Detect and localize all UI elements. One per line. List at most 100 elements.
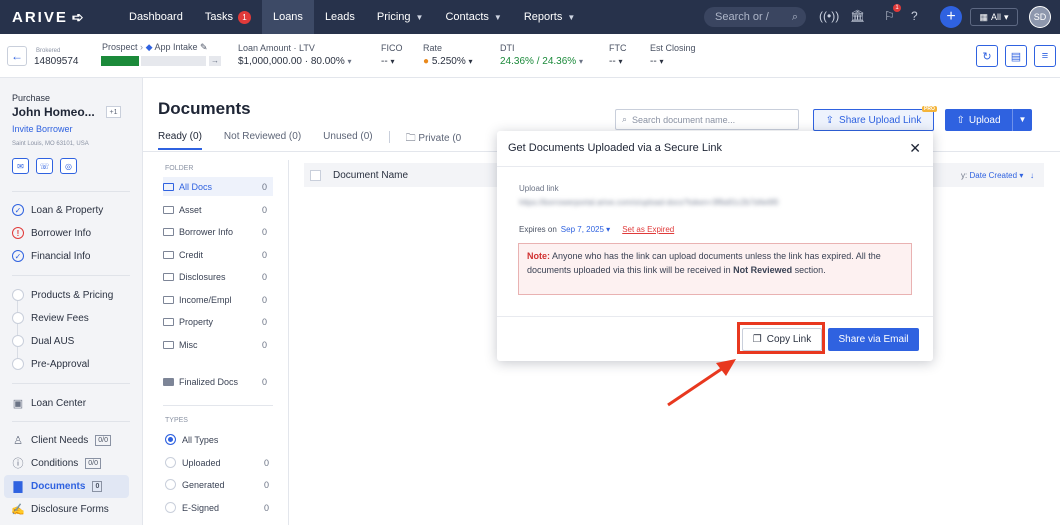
borrower-name[interactable]: John Homeo... xyxy=(12,105,95,119)
select-all-checkbox[interactable] xyxy=(310,169,321,181)
nav-loans[interactable]: Loans xyxy=(261,0,314,34)
radio-selected-icon xyxy=(165,434,176,445)
nav-dashboard[interactable]: Dashboard xyxy=(118,0,194,34)
loan-amount-label: Loan Amount · LTV xyxy=(238,43,315,53)
sidebar-item-review-fees[interactable]: Review Fees xyxy=(12,308,89,328)
arrow-right-icon[interactable]: → xyxy=(209,56,221,66)
bank-icon[interactable]: 🏛 xyxy=(850,9,865,23)
disclosure-forms-icon: ✍ xyxy=(11,503,25,516)
sidebar-item-documents[interactable]: ▇ Documents 0 xyxy=(12,476,103,496)
sidebar-item-loan-property[interactable]: ✓ Loan & Property xyxy=(12,200,103,220)
sidebar-item-client-needs[interactable]: ♙ Client Needs 0/0 xyxy=(12,430,111,450)
sidebar-item-loan-center[interactable]: ▣ Loan Center xyxy=(12,393,86,413)
company-selector[interactable]: ▦ All ▾ xyxy=(970,8,1018,26)
est-closing-value[interactable]: -- ▾ xyxy=(650,56,663,67)
edit-icon[interactable]: ✎ xyxy=(200,42,208,52)
upload-dropdown-chevron-icon[interactable]: ▼ xyxy=(1012,109,1032,131)
invite-borrower-link[interactable]: Invite Borrower xyxy=(12,124,73,134)
type-e-signed[interactable]: E-Signed 0 xyxy=(165,498,275,517)
nav-pricing[interactable]: Pricing ▼ xyxy=(366,0,435,34)
expiry-date-picker[interactable]: Sep 7, 2025 ▾ xyxy=(561,225,610,234)
fico-label: FICO xyxy=(381,43,403,53)
coborrower-count[interactable]: +1 xyxy=(106,106,121,118)
type-generated[interactable]: Generated 0 xyxy=(165,475,275,494)
sort-by-selector[interactable]: y: Date Created ▾ ↓ xyxy=(961,171,1034,180)
sidebar-item-products-pricing[interactable]: Products & Pricing xyxy=(12,285,113,305)
back-arrow-icon[interactable]: ← xyxy=(7,46,27,66)
folder-misc[interactable]: Misc 0 xyxy=(163,335,273,354)
lock-folder-icon xyxy=(163,377,174,386)
folder-property[interactable]: Property 0 xyxy=(163,312,273,331)
chevron-down-icon: ▾ xyxy=(347,57,352,66)
dti-value[interactable]: 24.36% / 24.36% ▾ xyxy=(500,56,583,67)
nav-reports[interactable]: Reports ▼ xyxy=(513,0,586,34)
upload-link-value[interactable]: https://borrowerportal.arive.com/s/uploa… xyxy=(519,198,914,207)
chevron-down-icon: ▾ xyxy=(390,57,395,66)
notes-icon[interactable]: ≡ xyxy=(1034,45,1056,67)
tab-not-reviewed[interactable]: Not Reviewed (0) xyxy=(224,131,301,150)
loan-purpose: Purchase xyxy=(12,93,51,103)
refresh-icon[interactable]: ↻ xyxy=(976,45,998,67)
phone-icon[interactable]: ☏ xyxy=(36,158,53,174)
type-uploaded[interactable]: Uploaded 0 xyxy=(165,453,275,472)
sidebar-item-conditions[interactable]: ⓘ Conditions 0/0 xyxy=(12,453,101,473)
nav-contacts[interactable]: Contacts ▼ xyxy=(434,0,512,34)
folder-finalized-docs[interactable]: Finalized Docs 0 xyxy=(163,372,273,391)
notification-badge: 1 xyxy=(893,4,901,12)
folder-borrower-info[interactable]: Borrower Info 0 xyxy=(163,222,273,241)
tab-private[interactable]: 🗀 Private (0 xyxy=(406,131,462,150)
sidebar-item-financial-info[interactable]: ✓ Financial Info xyxy=(12,246,90,266)
sidebar-item-pre-approval[interactable]: Pre-Approval xyxy=(12,354,89,374)
tab-ready[interactable]: Ready (0) xyxy=(158,131,202,150)
loan-amount[interactable]: $1,000,000.00 · 80.00% ▾ xyxy=(238,56,352,67)
loan-sidebar: Purchase John Homeo... +1 Invite Borrowe… xyxy=(0,78,143,525)
nav-leads[interactable]: Leads xyxy=(314,0,366,34)
folder-all-docs[interactable]: All Docs 0 xyxy=(163,177,273,196)
type-all-types[interactable]: All Types xyxy=(165,430,275,449)
loan-summary-bar: ← Brokered 14809574 Prospect › ◆ App Int… xyxy=(0,34,1060,78)
top-nav: ARIVE ➪ Dashboard Tasks 1 Loans Leads Pric… xyxy=(0,0,1060,34)
share-upload-link-button[interactable]: ⇪ Share Upload Link xyxy=(813,109,934,131)
global-search-input[interactable]: Search or / ⌕ xyxy=(704,7,806,27)
chat-icon[interactable]: ▤ xyxy=(1005,45,1027,67)
user-avatar[interactable]: SD xyxy=(1029,6,1051,28)
announcement-icon[interactable]: ⚐ xyxy=(884,9,895,23)
upload-button[interactable]: ⇧ Upload ▼ xyxy=(945,109,1032,131)
close-icon[interactable]: ✕ xyxy=(909,140,921,157)
column-document-name[interactable]: Document Name xyxy=(333,170,408,181)
conditions-icon: ⓘ xyxy=(12,458,24,470)
step-circle-icon xyxy=(12,335,24,347)
step-circle-icon xyxy=(12,358,24,370)
radio-icon xyxy=(165,479,176,490)
folder-section-label: FOLDER xyxy=(165,165,194,172)
help-icon[interactable]: ? xyxy=(911,9,918,23)
tab-unused[interactable]: Unused (0) xyxy=(323,131,372,150)
email-icon[interactable]: ✉ xyxy=(12,158,29,174)
share-via-email-button[interactable]: Share via Email xyxy=(828,328,919,351)
loan-status: Brokered xyxy=(36,48,61,54)
broadcast-icon[interactable]: ((•)) xyxy=(819,9,839,23)
message-icon[interactable]: ◎ xyxy=(60,158,77,174)
document-tabs: Ready (0) Not Reviewed (0) Unused (0) 🗀 … xyxy=(158,131,461,150)
sidebar-item-borrower-info[interactable]: ! Borrower Info xyxy=(12,223,91,243)
document-search-input[interactable]: ⌕ Search document name... xyxy=(615,109,799,130)
stage-prospect[interactable]: Prospect › ◆ App Intake ✎ xyxy=(102,42,208,53)
folder-income-empl[interactable]: Income/Empl 0 xyxy=(163,290,273,309)
page-title: Documents xyxy=(158,99,251,118)
arive-logo[interactable]: ARIVE ➪ xyxy=(0,9,118,26)
rate-value[interactable]: ● 5.250% ▾ xyxy=(423,56,473,67)
folder-disclosures[interactable]: Disclosures 0 xyxy=(163,267,273,286)
step-circle-icon xyxy=(12,312,24,324)
folder-asset[interactable]: Asset 0 xyxy=(163,200,273,219)
sort-direction-icon[interactable]: ↓ xyxy=(1030,171,1034,180)
fico-value[interactable]: -- ▾ xyxy=(381,56,394,67)
folder-credit[interactable]: Credit 0 xyxy=(163,245,273,264)
chevron-down-icon: ▼ xyxy=(567,12,576,22)
create-new-button[interactable]: + xyxy=(940,6,962,28)
ftc-value[interactable]: -- ▾ xyxy=(609,56,622,67)
sidebar-item-disclosure-forms[interactable]: ✍ Disclosure Forms xyxy=(11,499,109,519)
chevron-down-icon: ▾ xyxy=(468,57,473,66)
set-expired-link[interactable]: Set as Expired xyxy=(622,225,674,234)
sidebar-item-dual-aus[interactable]: Dual AUS xyxy=(12,331,74,351)
nav-tasks[interactable]: Tasks 1 xyxy=(194,0,262,34)
